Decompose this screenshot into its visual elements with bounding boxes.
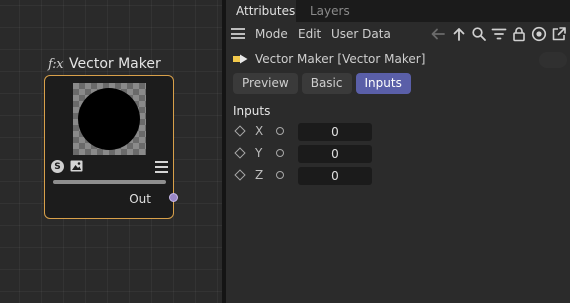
preview-circle xyxy=(78,88,140,150)
panel-tab-bar: Attributes Layers xyxy=(226,0,570,22)
param-label-y: Y xyxy=(255,146,263,160)
node-icon-group: S xyxy=(51,160,83,173)
list-icon[interactable] xyxy=(155,161,168,173)
menu-mode[interactable]: Mode xyxy=(255,27,288,41)
target-icon[interactable] xyxy=(531,26,547,42)
filter-icon[interactable] xyxy=(491,26,507,42)
node-title-row: f:x Vector Maker xyxy=(48,54,161,74)
output-port-label: Out xyxy=(129,192,151,206)
vector-maker-node[interactable]: S Out xyxy=(44,75,178,219)
function-icon: f:x xyxy=(48,56,64,72)
lock-icon[interactable] xyxy=(511,26,527,42)
tab-inputs[interactable]: Inputs xyxy=(355,73,411,94)
menu-edit[interactable]: Edit xyxy=(298,27,321,41)
port-toggle-icon[interactable] xyxy=(276,149,284,157)
param-row-x: X 0 xyxy=(234,123,375,141)
group-heading-inputs: Inputs xyxy=(233,104,271,118)
image-icon[interactable] xyxy=(70,160,83,172)
seed-icon[interactable]: S xyxy=(51,160,64,173)
tab-preview[interactable]: Preview xyxy=(233,73,298,94)
node-title: Vector Maker xyxy=(69,56,161,72)
new-window-icon[interactable] xyxy=(551,26,567,42)
search-icon[interactable] xyxy=(471,26,487,42)
output-port[interactable] xyxy=(169,193,178,202)
keyframe-diamond-icon[interactable] xyxy=(234,125,246,137)
port-toggle-icon[interactable] xyxy=(276,171,284,179)
attributes-manager: Attributes Layers Mode Edit User Data Ve… xyxy=(226,0,570,303)
param-label-z: Z xyxy=(255,168,264,182)
param-row-y: Y 0 xyxy=(234,145,375,163)
object-header: Vector Maker [Vector Maker] xyxy=(233,51,425,67)
port-toggle-icon[interactable] xyxy=(276,127,284,135)
param-field-y[interactable]: 0 xyxy=(298,145,372,163)
node-preview-image xyxy=(73,83,146,155)
param-field-x[interactable]: 0 xyxy=(298,123,372,141)
param-row-z: Z 0 xyxy=(234,167,375,185)
node-object-icon xyxy=(233,53,249,65)
param-label-x: X xyxy=(255,124,264,138)
tab-attributes[interactable]: Attributes xyxy=(226,0,296,22)
up-arrow-icon[interactable] xyxy=(451,26,467,42)
node-progress-slider[interactable] xyxy=(53,180,166,184)
tab-layers[interactable]: Layers xyxy=(300,0,360,22)
menu-user-data[interactable]: User Data xyxy=(331,27,391,41)
param-field-z[interactable]: 0 xyxy=(298,167,372,185)
node-editor-canvas[interactable]: f:x Vector Maker S Out xyxy=(0,0,222,303)
object-title: Vector Maker [Vector Maker] xyxy=(255,52,426,66)
hamburger-menu-icon[interactable] xyxy=(231,28,245,39)
back-arrow-icon[interactable] xyxy=(430,26,446,42)
tab-basic[interactable]: Basic xyxy=(301,73,352,94)
attribute-mode-tabs: Preview Basic Inputs xyxy=(233,73,411,94)
object-options-pill[interactable] xyxy=(539,52,567,68)
keyframe-diamond-icon[interactable] xyxy=(234,147,246,159)
keyframe-diamond-icon[interactable] xyxy=(234,169,246,181)
